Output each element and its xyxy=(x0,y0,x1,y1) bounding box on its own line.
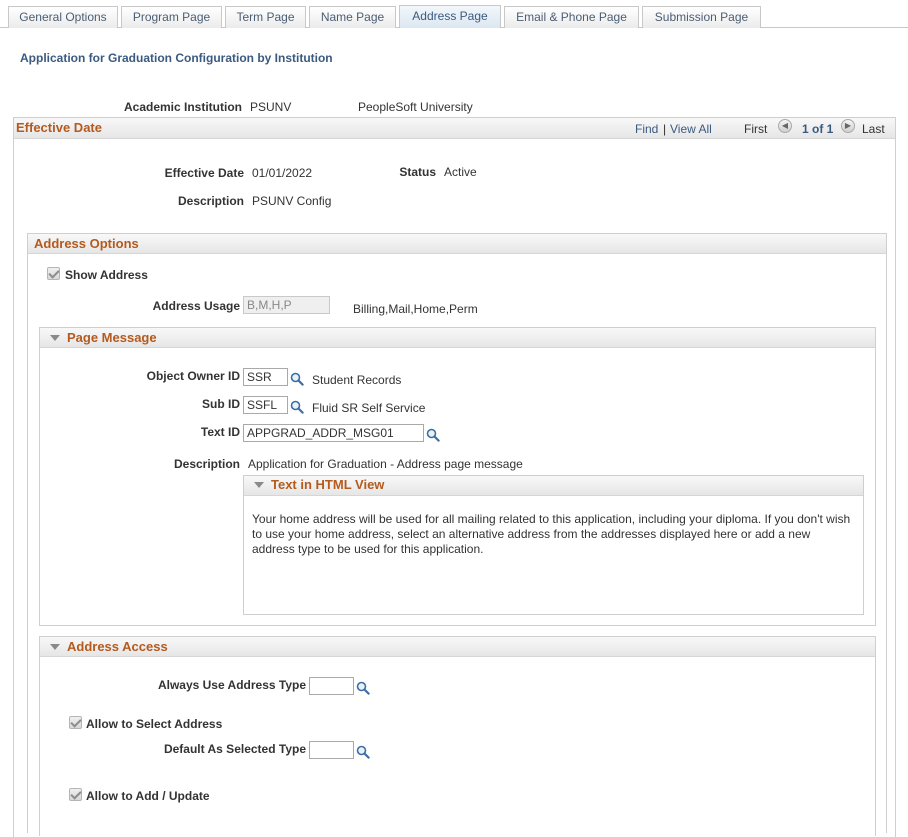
effective-date-value: 01/01/2022 xyxy=(252,166,313,180)
effective-date-title: Effective Date xyxy=(16,120,102,135)
find-link[interactable]: Find xyxy=(635,122,658,136)
last-label: Last xyxy=(862,122,885,136)
allow-add-update-checkbox[interactable] xyxy=(69,788,82,801)
always-use-search-icon[interactable] xyxy=(356,681,370,695)
address-usage-label: Address Usage xyxy=(152,299,240,313)
sub-id-description: Fluid SR Self Service xyxy=(312,401,426,415)
row-counter: 1 of 1 xyxy=(802,122,834,136)
status-value: Active xyxy=(444,165,477,179)
description-label: Description xyxy=(177,194,244,208)
tab-bar: General Options Program Page Term Page N… xyxy=(0,0,908,28)
previous-arrow-icon[interactable]: ◀ xyxy=(778,119,792,133)
address-options-title: Address Options xyxy=(34,236,139,251)
tab-submission-page[interactable]: Submission Page xyxy=(642,6,761,28)
html-view-title[interactable]: Text in HTML View xyxy=(271,477,384,492)
sub-id-input[interactable]: SSFL xyxy=(243,396,288,414)
show-address-checkbox[interactable] xyxy=(47,267,60,280)
academic-institution-label: Academic Institution xyxy=(123,100,242,114)
tab-email-phone-page[interactable]: Email & Phone Page xyxy=(504,6,639,28)
default-selected-type-input[interactable] xyxy=(309,741,354,759)
allow-select-address-checkbox[interactable] xyxy=(69,716,82,729)
tab-general-options[interactable]: General Options xyxy=(8,6,118,28)
tab-address-page[interactable]: Address Page xyxy=(399,5,501,28)
always-use-address-type-input[interactable] xyxy=(309,677,354,695)
object-owner-input[interactable]: SSR xyxy=(243,368,288,386)
default-selected-type-label: Default As Selected Type xyxy=(163,742,306,756)
academic-institution-name: PeopleSoft University xyxy=(358,100,473,114)
page-title: Application for Graduation Configuration… xyxy=(20,51,333,65)
message-description-value: Application for Graduation - Address pag… xyxy=(248,457,523,471)
message-description-label: Description xyxy=(173,457,240,471)
tab-program-page[interactable]: Program Page xyxy=(121,6,222,28)
view-all-link[interactable]: View All xyxy=(670,122,712,136)
collapse-triangle-icon[interactable] xyxy=(50,335,60,341)
next-arrow-icon[interactable]: ▶ xyxy=(841,119,855,133)
object-owner-description: Student Records xyxy=(312,373,402,387)
link-separator: | xyxy=(663,122,667,136)
address-access-group xyxy=(39,636,876,836)
object-owner-search-icon[interactable] xyxy=(290,372,304,386)
object-owner-label: Object Owner ID xyxy=(146,369,240,383)
text-id-label: Text ID xyxy=(200,425,240,439)
always-use-address-type-label: Always Use Address Type xyxy=(157,678,306,692)
academic-institution-code: PSUNV xyxy=(250,100,292,114)
effective-date-label: Effective Date xyxy=(164,166,244,180)
sub-id-search-icon[interactable] xyxy=(290,400,304,414)
collapse-triangle-icon[interactable] xyxy=(50,644,60,650)
address-access-title[interactable]: Address Access xyxy=(67,639,168,654)
address-options-header xyxy=(28,234,886,254)
page-message-header[interactable] xyxy=(40,328,875,348)
tab-name-page[interactable]: Name Page xyxy=(309,6,396,28)
default-selected-search-icon[interactable] xyxy=(356,745,370,759)
text-id-search-icon[interactable] xyxy=(426,428,440,442)
allow-add-update-label: Allow to Add / Update xyxy=(86,789,210,803)
first-label: First xyxy=(744,122,768,136)
html-view-text: Your home address will be used for all m… xyxy=(252,512,851,556)
description-value: PSUNV Config xyxy=(252,194,332,208)
text-id-input[interactable]: APPGRAD_ADDR_MSG01 xyxy=(243,424,424,442)
status-label: Status xyxy=(399,165,436,179)
address-usage-description: Billing,Mail,Home,Perm xyxy=(353,302,478,316)
show-address-label: Show Address xyxy=(65,268,148,282)
collapse-triangle-icon[interactable] xyxy=(254,482,264,488)
page-message-title[interactable]: Page Message xyxy=(67,330,157,345)
tab-term-page[interactable]: Term Page xyxy=(225,6,306,28)
sub-id-label: Sub ID xyxy=(202,397,240,411)
address-usage-field: B,M,H,P xyxy=(243,296,330,314)
allow-select-address-label: Allow to Select Address xyxy=(86,717,223,731)
